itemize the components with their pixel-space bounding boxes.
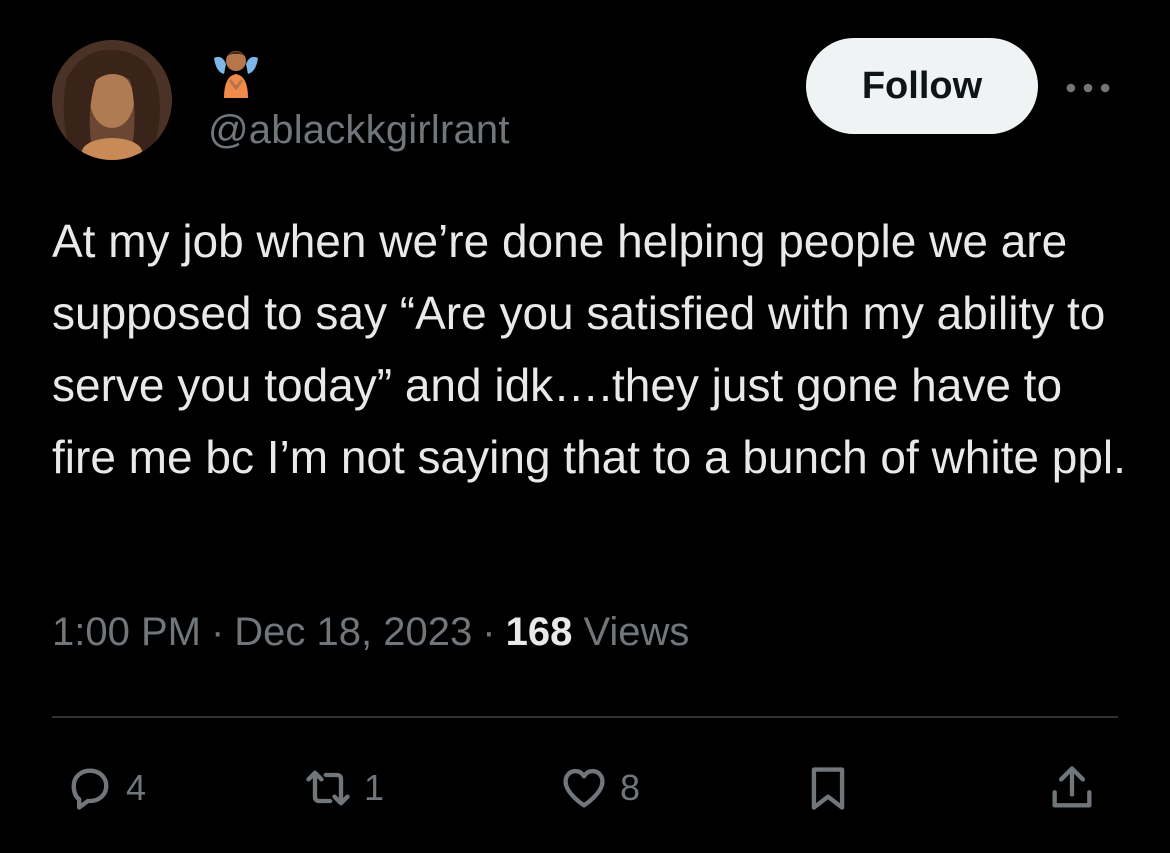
- divider: [52, 716, 1118, 718]
- avatar[interactable]: [52, 40, 172, 160]
- like-count: 8: [620, 767, 641, 808]
- retweet-count: 1: [364, 767, 385, 808]
- like-icon: [563, 768, 605, 808]
- tweet-time[interactable]: 1:00 PM: [52, 610, 201, 654]
- views-label: Views: [583, 610, 690, 654]
- reply-icon: [71, 768, 109, 810]
- views-count: 168: [505, 610, 573, 654]
- separator-dot: ·: [482, 610, 496, 654]
- avatar-image: [52, 40, 172, 160]
- separator-dot: ·: [210, 610, 225, 654]
- bookmark-button[interactable]: [802, 760, 854, 816]
- retweet-button[interactable]: 1: [302, 760, 384, 816]
- like-button[interactable]: 8: [558, 760, 640, 816]
- user-handle[interactable]: @ablackkgirlrant: [208, 108, 510, 153]
- share-icon: [1052, 766, 1092, 808]
- reply-button[interactable]: 4: [64, 760, 146, 816]
- retweet-icon: [306, 770, 350, 806]
- person-with-wings-emoji: [208, 44, 264, 100]
- bookmark-icon: [811, 767, 845, 810]
- tweet-meta: 1:00 PM · Dec 18, 2023 · 168 Views: [52, 610, 689, 655]
- tweet-text: At my job when we’re done helping people…: [52, 215, 1126, 483]
- more-icon[interactable]: [1060, 62, 1116, 114]
- tweet-card: @ablackkgirlrant Follow At my job when w…: [0, 0, 1170, 853]
- share-button[interactable]: [1046, 760, 1098, 816]
- follow-button[interactable]: Follow: [806, 38, 1038, 134]
- tweet-date[interactable]: Dec 18, 2023: [234, 610, 472, 654]
- reply-count: 4: [126, 767, 147, 808]
